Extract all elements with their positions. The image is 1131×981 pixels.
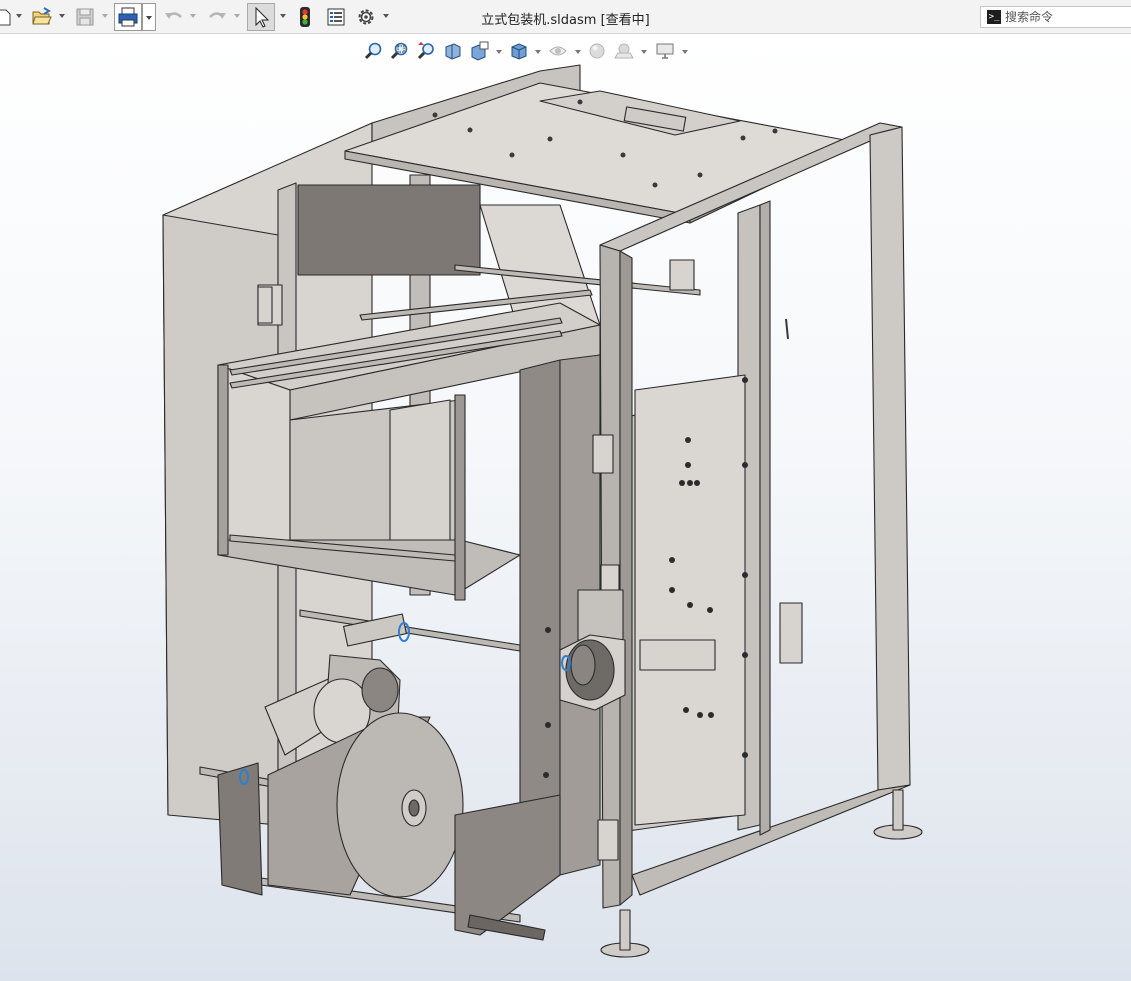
select-dropdown[interactable] bbox=[280, 14, 286, 18]
traffic-light-icon bbox=[300, 7, 310, 27]
save-icon bbox=[76, 8, 94, 26]
save-dropdown[interactable] bbox=[102, 14, 108, 18]
command-search-box[interactable]: >_ bbox=[980, 6, 1131, 28]
redo-button[interactable] bbox=[205, 5, 229, 29]
loose-bolt bbox=[785, 318, 789, 340]
print-icon bbox=[118, 7, 138, 27]
undo-icon bbox=[165, 12, 182, 19]
hinge-plate bbox=[257, 286, 273, 324]
open-dropdown[interactable] bbox=[59, 14, 65, 18]
chevron-down-icon bbox=[146, 16, 152, 20]
redo-dropdown[interactable] bbox=[234, 14, 240, 18]
undo-button[interactable] bbox=[162, 5, 186, 29]
file-properties-button[interactable] bbox=[324, 5, 348, 29]
new-document-dropdown[interactable] bbox=[16, 14, 22, 18]
rebuild-button[interactable] bbox=[295, 5, 315, 29]
main-toolbar: 立式包装机.sldasm [查看中] >_ bbox=[0, 0, 1131, 34]
packaging-machine-model[interactable] bbox=[0, 35, 1131, 981]
open-folder-icon bbox=[32, 7, 52, 25]
command-prompt-icon: >_ bbox=[987, 10, 1001, 24]
gear-icon bbox=[358, 9, 374, 25]
new-document-icon bbox=[0, 9, 11, 26]
redo-icon bbox=[209, 12, 226, 19]
graphics-viewport[interactable] bbox=[0, 35, 1131, 981]
select-button[interactable] bbox=[247, 3, 275, 31]
select-arrow-icon bbox=[255, 6, 270, 28]
print-dropdown[interactable] bbox=[142, 3, 156, 31]
new-document-button[interactable] bbox=[0, 5, 14, 29]
command-search-input[interactable] bbox=[1005, 8, 1129, 26]
file-properties-icon bbox=[327, 8, 345, 26]
options-button[interactable] bbox=[354, 5, 378, 29]
print-button[interactable] bbox=[114, 3, 142, 31]
undo-dropdown[interactable] bbox=[190, 14, 196, 18]
open-button[interactable] bbox=[30, 5, 54, 29]
options-dropdown[interactable] bbox=[383, 14, 389, 18]
save-button[interactable] bbox=[73, 5, 97, 29]
